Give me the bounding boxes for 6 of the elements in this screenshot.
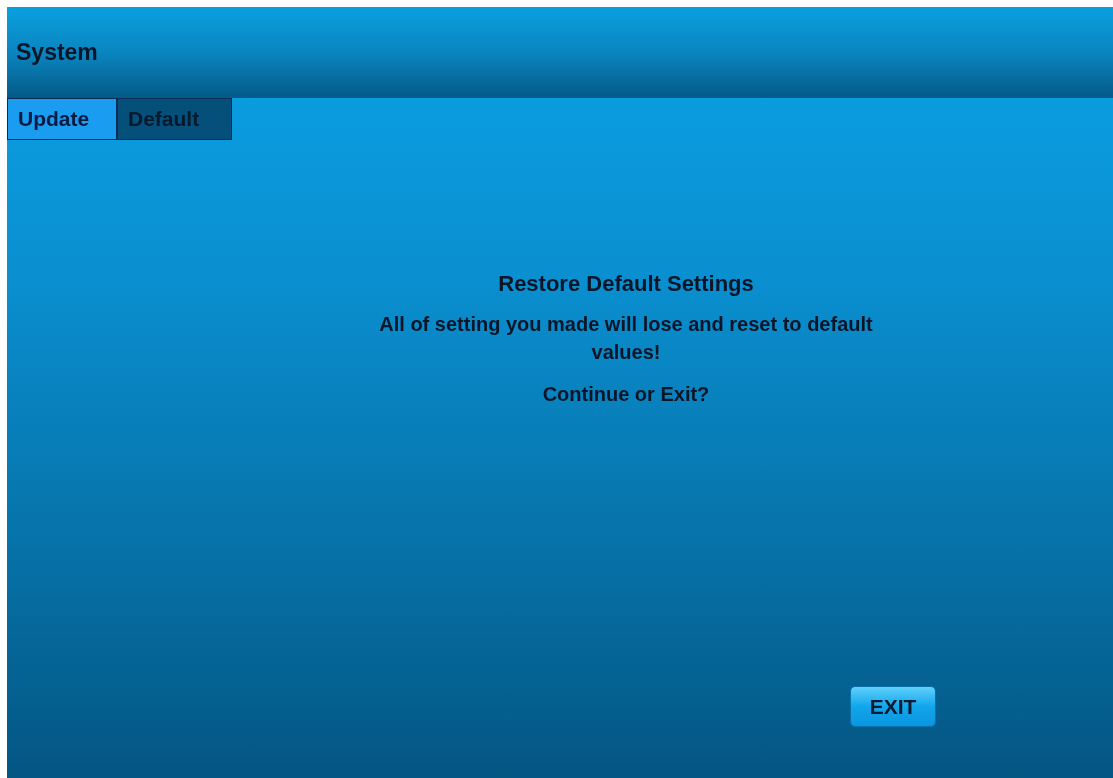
window-title: System: [16, 39, 98, 66]
dialog-title: Restore Default Settings: [497, 270, 755, 298]
warning-message: All of setting you made will lose and reset to default values!: [378, 312, 874, 365]
question-text: Continue or Exit?: [541, 382, 711, 407]
tab[interactable]: Update: [7, 98, 117, 140]
exit-button[interactable]: EXIT: [850, 686, 936, 727]
